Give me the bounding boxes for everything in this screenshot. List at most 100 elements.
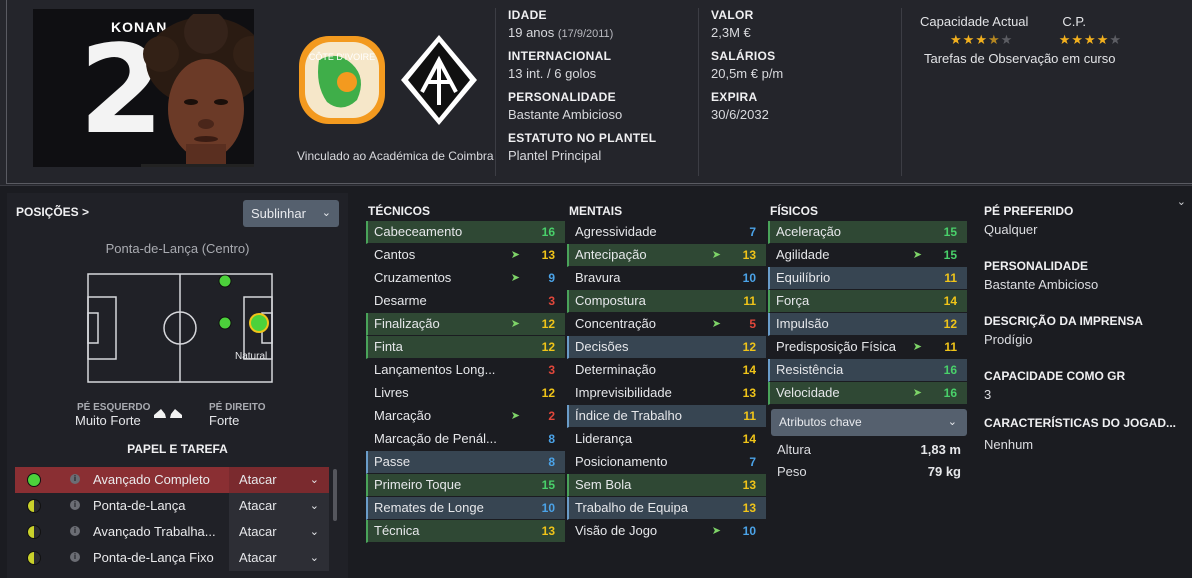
header-divider (698, 8, 699, 176)
attribute-row[interactable]: Marcação de Penál... 8 (366, 428, 565, 451)
attribute-row[interactable]: Resistência 16 (768, 359, 967, 382)
attribute-name: Decisões (575, 339, 629, 354)
duty-label: Atacar (239, 524, 277, 539)
attribute-row[interactable]: Agressividade 7 (567, 221, 766, 244)
attribute-row[interactable]: Lançamentos Long... 3 (366, 359, 565, 382)
role-row[interactable]: i Ponta-de-Lança Fixo Atacar ⌄ (15, 545, 329, 571)
attribute-value: 13 (742, 386, 756, 400)
boots-icon (153, 405, 183, 424)
attribute-row[interactable]: Impulsão 12 (768, 313, 967, 336)
attribute-row[interactable]: Imprevisibilidade 13 (567, 382, 766, 405)
player-traits-label: CARACTERÍSTICAS DO JOGAD... (984, 416, 1177, 430)
attribute-row[interactable]: Equilíbrio 11 (768, 267, 967, 290)
pitch-diagram (87, 273, 273, 383)
half-star-icon: ★ (987, 32, 1001, 47)
chevron-down-icon: ⌄ (947, 416, 957, 428)
attribute-value: 12 (742, 340, 756, 354)
role-select[interactable]: i Avançado Trabalha... (15, 519, 229, 545)
attribute-value: 15 (943, 225, 957, 239)
natural-position-icon (249, 313, 269, 333)
gk-ability-label: CAPACIDADE COMO GR (984, 369, 1126, 383)
duty-dropdown[interactable]: Atacar ⌄ (229, 545, 329, 571)
attribute-row[interactable]: Visão de Jogo ➤ 10 (567, 520, 766, 543)
attribute-row[interactable]: Marcação ➤ 2 (366, 405, 565, 428)
role-row[interactable]: i Avançado Completo Atacar ⌄ (15, 467, 329, 493)
chevron-down-icon: ⌄ (309, 500, 319, 512)
attribute-row[interactable]: Cruzamentos ➤ 9 (366, 267, 565, 290)
attribute-name: Marcação de Penál... (374, 431, 497, 446)
attribute-value: 9 (548, 271, 555, 285)
personality-value: Bastante Ambicioso (984, 277, 1099, 292)
attribute-row[interactable]: Posicionamento 7 (567, 451, 766, 474)
star-icon: ★ (975, 32, 988, 47)
attribute-name: Cruzamentos (374, 270, 452, 285)
attribute-row[interactable]: Finalização ➤ 12 (366, 313, 565, 336)
player-portrait: 2 KONAN (33, 9, 254, 167)
role-row[interactable]: i Ponta-de-Lança Atacar ⌄ (15, 493, 329, 519)
attribute-row[interactable]: Remates de Longe 10 (366, 497, 565, 520)
attribute-value: 15 (943, 248, 957, 262)
attribute-row[interactable]: Finta 12 (366, 336, 565, 359)
role-key-arrow-icon: ➤ (912, 341, 922, 353)
attribute-name: Finta (374, 339, 403, 354)
attribute-row[interactable]: Passe 8 (366, 451, 565, 474)
roles-scrollbar[interactable] (333, 469, 337, 521)
attribute-row[interactable]: Primeiro Toque 15 (366, 474, 565, 497)
attribute-value: 12 (943, 317, 957, 331)
role-suitability-icon (27, 473, 41, 487)
duty-dropdown[interactable]: Atacar ⌄ (229, 519, 329, 545)
attribute-row[interactable]: Decisões 12 (567, 336, 766, 359)
attribute-row[interactable]: Cantos ➤ 13 (366, 244, 565, 267)
attribute-row[interactable]: Predisposição Física ➤ 11 (768, 336, 967, 359)
attribute-name: Equilíbrio (776, 270, 831, 285)
attribute-row[interactable]: Desarme 3 (366, 290, 565, 313)
role-select[interactable]: i Avançado Completo (15, 467, 229, 493)
attribute-row[interactable]: Força 14 (768, 290, 967, 313)
current-ability-label: Capacidade Actual (920, 14, 1029, 29)
key-attributes-label: Atributos chave (779, 415, 862, 429)
attribute-row[interactable]: Liderança 14 (567, 428, 766, 451)
info-icon[interactable]: i (70, 500, 80, 510)
attribute-row[interactable]: Antecipação ➤ 13 (567, 244, 766, 267)
attribute-name: Impulsão (776, 316, 829, 331)
position-name: Ponta-de-Lança (Centro) (105, 241, 250, 256)
attribute-row[interactable]: Determinação 14 (567, 359, 766, 382)
attribute-name: Visão de Jogo (575, 523, 658, 538)
role-row[interactable]: i Avançado Trabalha... Atacar ⌄ (15, 519, 329, 545)
info-icon[interactable]: i (70, 526, 80, 536)
attribute-row[interactable]: Sem Bola 13 (567, 474, 766, 497)
media-description-value: Prodígio (984, 332, 1033, 347)
chevron-down-icon[interactable]: ⌄ (1177, 195, 1186, 208)
highlight-dropdown[interactable]: Sublinhar ⌄ (243, 200, 339, 227)
key-attributes-dropdown[interactable]: Atributos chave ⌄ (771, 409, 967, 436)
info-column-personal: IDADE 19 anos (17/9/2011) INTERNACIONAL … (508, 8, 656, 172)
positions-link[interactable]: POSIÇÕES > (16, 205, 89, 219)
attribute-value: 7 (749, 455, 756, 469)
attribute-row[interactable]: Livres 12 (366, 382, 565, 405)
attribute-name: Remates de Longe (374, 500, 484, 515)
attribute-row[interactable]: Trabalho de Equipa 13 (567, 497, 766, 520)
role-key-arrow-icon: ➤ (510, 318, 520, 330)
attribute-row[interactable]: Técnica 13 (366, 520, 565, 543)
mental-title: MENTAIS (569, 204, 623, 218)
info-label: EXPIRA (711, 90, 758, 104)
attribute-row[interactable]: Velocidade ➤ 16 (768, 382, 967, 405)
duty-dropdown[interactable]: Atacar ⌄ (229, 493, 329, 519)
attribute-row[interactable]: Cabeceamento 16 (366, 221, 565, 244)
attribute-row[interactable]: Concentração ➤ 5 (567, 313, 766, 336)
duty-dropdown[interactable]: Atacar ⌄ (229, 467, 329, 493)
attribute-row[interactable]: Agilidade ➤ 15 (768, 244, 967, 267)
attribute-row[interactable]: Bravura 10 (567, 267, 766, 290)
attribute-value: 14 (742, 363, 756, 377)
attribute-row[interactable]: Aceleração 15 (768, 221, 967, 244)
attribute-value: 13 (742, 501, 756, 515)
right-foot-label: PÉ DIREITO (209, 402, 266, 413)
role-select[interactable]: i Ponta-de-Lança (15, 493, 229, 519)
star-empty-icon: ★ (1000, 32, 1014, 47)
role-select[interactable]: i Ponta-de-Lança Fixo (15, 545, 229, 571)
info-icon[interactable]: i (70, 552, 80, 562)
attribute-row[interactable]: Compostura 11 (567, 290, 766, 313)
attribute-row[interactable]: Índice de Trabalho 11 (567, 405, 766, 428)
info-icon[interactable]: i (70, 474, 80, 484)
attribute-value: 11 (743, 409, 756, 423)
